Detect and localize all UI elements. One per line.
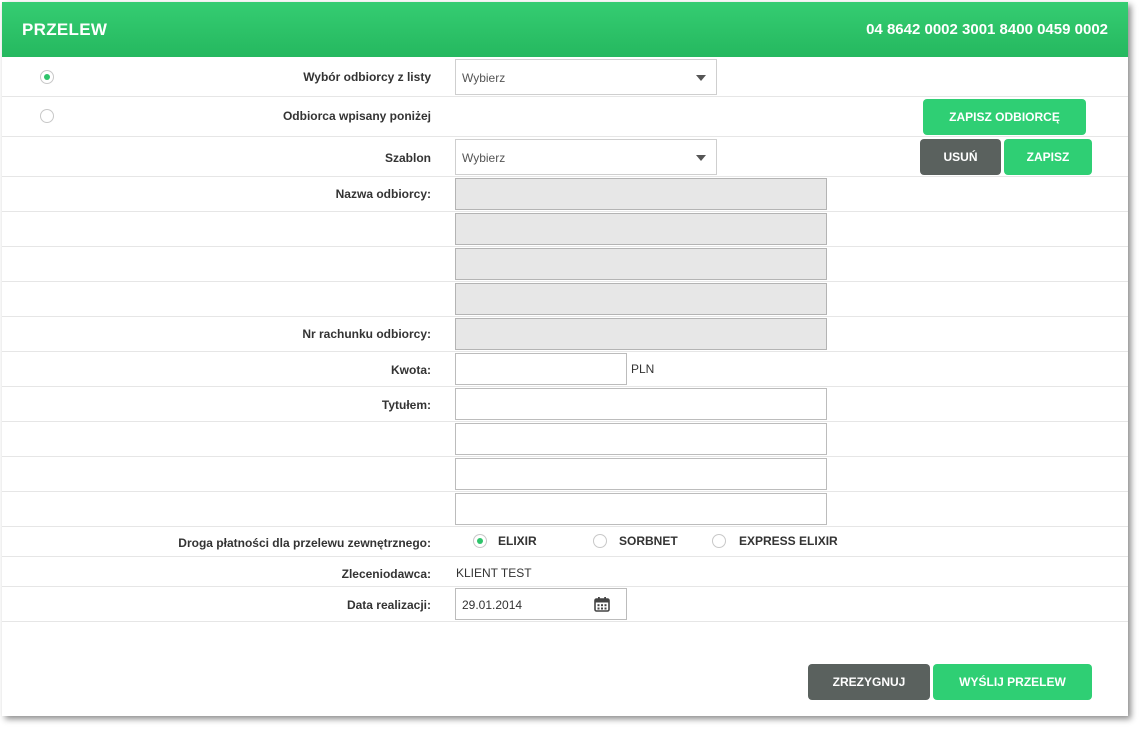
- recipient-select[interactable]: Wybierz: [455, 59, 717, 95]
- row-recipient-name-2: [2, 212, 1128, 247]
- save-template-button[interactable]: ZAPISZ: [1004, 139, 1092, 175]
- radio-sorbnet[interactable]: [593, 534, 607, 548]
- amount-label: Kwota:: [391, 363, 431, 377]
- recipient-name-field-2[interactable]: [455, 213, 827, 245]
- template-select-value: Wybierz: [462, 151, 506, 165]
- radio-express-elixir[interactable]: [712, 534, 726, 548]
- title-field-3[interactable]: [455, 458, 827, 490]
- row-recipient-name-3: [2, 247, 1128, 282]
- row-orderer: Zleceniodawca: KLIENT TEST: [2, 557, 1128, 587]
- orderer-label: Zleceniodawca:: [341, 567, 431, 581]
- radio-recipient-manual[interactable]: [40, 109, 54, 123]
- row-title-1: Tytułem:: [2, 387, 1128, 422]
- title-label: Tytułem:: [381, 398, 431, 412]
- chevron-down-icon: [696, 155, 706, 161]
- row-recipient-name-1: Nazwa odbiorcy:: [2, 177, 1128, 212]
- execution-date-label: Data realizacji:: [346, 598, 431, 612]
- row-template: Szablon Wybierz USUŃ ZAPISZ: [2, 137, 1128, 177]
- transfer-panel: PRZELEW 04 8642 0002 3001 8400 0459 0002…: [2, 2, 1128, 716]
- recipient-select-value: Wybierz: [462, 71, 506, 85]
- currency-label: PLN: [631, 362, 655, 376]
- row-title-2: [2, 422, 1128, 457]
- row-recipient-list: Wybór odbiorcy z listy Wybierz: [2, 57, 1128, 97]
- title-field-2[interactable]: [455, 423, 827, 455]
- send-transfer-button[interactable]: WYŚLIJ PRZELEW: [933, 664, 1092, 700]
- delete-template-button[interactable]: USUŃ: [920, 139, 1001, 175]
- panel-header: PRZELEW 04 8642 0002 3001 8400 0459 0002: [2, 2, 1128, 57]
- row-recipient-account: Nr rachunku odbiorcy:: [2, 317, 1128, 352]
- calendar-icon[interactable]: [594, 596, 610, 612]
- sorbnet-label: SORBNET: [619, 534, 678, 548]
- title-field-1[interactable]: [455, 388, 827, 420]
- recipient-name-field-1[interactable]: [455, 178, 827, 210]
- cancel-button[interactable]: ZREZYGNUJ: [808, 664, 930, 700]
- row-payment-route: Droga płatności dla przelewu zewnętrzneg…: [2, 527, 1128, 557]
- elixir-label: ELIXIR: [498, 534, 537, 548]
- recipient-list-label: Wybór odbiorcy z listy: [303, 70, 431, 84]
- row-execution-date: Data realizacji: 29.01.2014: [2, 587, 1128, 622]
- row-title-3: [2, 457, 1128, 492]
- amount-field[interactable]: [455, 353, 627, 385]
- orderer-value: KLIENT TEST: [456, 566, 532, 580]
- row-recipient-manual: Odbiorca wpisany poniżej ZAPISZ ODBIORCĘ: [2, 97, 1128, 137]
- recipient-account-field[interactable]: [455, 318, 827, 350]
- page-title: PRZELEW: [22, 20, 108, 39]
- save-recipient-button[interactable]: ZAPISZ ODBIORCĘ: [923, 99, 1086, 135]
- execution-date-value: 29.01.2014: [462, 598, 523, 612]
- template-select[interactable]: Wybierz: [455, 139, 717, 175]
- title-field-4[interactable]: [455, 493, 827, 525]
- row-amount: Kwota: PLN: [2, 352, 1128, 387]
- payment-route-label: Droga płatności dla przelewu zewnętrzneg…: [178, 536, 431, 550]
- recipient-name-label: Nazwa odbiorcy:: [335, 187, 431, 201]
- express-elixir-label: EXPRESS ELIXIR: [739, 534, 838, 548]
- execution-date-field[interactable]: 29.01.2014: [455, 588, 627, 620]
- account-number: 04 8642 0002 3001 8400 0459 0002: [866, 21, 1108, 38]
- recipient-name-field-3[interactable]: [455, 248, 827, 280]
- radio-elixir[interactable]: [473, 534, 487, 548]
- row-title-4: [2, 492, 1128, 527]
- recipient-manual-label: Odbiorca wpisany poniżej: [282, 109, 431, 123]
- recipient-name-field-4[interactable]: [455, 283, 827, 315]
- recipient-account-label: Nr rachunku odbiorcy:: [302, 327, 431, 341]
- chevron-down-icon: [696, 75, 706, 81]
- template-label: Szablon: [384, 151, 431, 165]
- radio-recipient-from-list[interactable]: [40, 70, 54, 84]
- row-recipient-name-4: [2, 282, 1128, 317]
